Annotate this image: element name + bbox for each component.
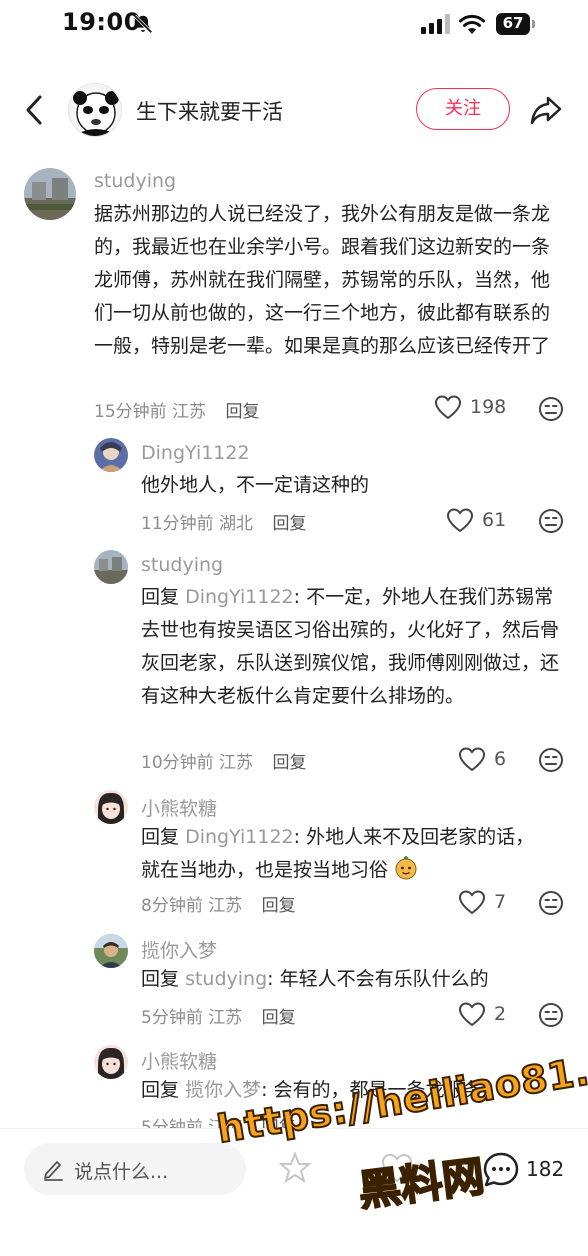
comment-text: 据苏州那边的人说已经没了，我外公有朋友是做一条龙的，我最近也在业余学小号。跟着我… [94,203,551,357]
emoji-icon [395,855,417,880]
heart-icon [434,395,462,420]
dislike-face-icon[interactable] [538,1002,564,1028]
comment-meta: 8分钟前 江苏 回复 [141,891,296,916]
comment-meta: 5分钟前 江苏 回复 [141,1003,296,1028]
like-count: 2 [494,1003,507,1025]
like-button[interactable]: 7 [458,889,506,915]
comment-bubble-icon[interactable] [482,1151,520,1189]
reply-button[interactable]: 回复 [225,402,259,422]
reply-prefix: 回复 [141,826,180,848]
comment-text: 他外地人，不一定请这种的 [141,474,370,496]
status-time: 19:00 [62,8,141,36]
comment-item: studying 据苏州那边的人说已经没了，我外公有朋友是做一条龙的，我最近也在… [0,166,588,436]
heart-icon [458,890,486,915]
dislike-face-icon[interactable] [538,508,564,534]
follow-button[interactable]: 关注 [416,88,510,130]
comment-time: 10分钟前 [141,753,214,773]
reply-button[interactable]: 回复 [262,1008,296,1028]
like-button[interactable]: 198 [434,394,506,420]
reply-target-user[interactable]: DingYi1122 [185,586,294,608]
heart-icon [446,508,474,533]
heart-icon [458,1002,486,1027]
battery-level: 67 [502,14,524,32]
input-placeholder: 说点什么... [74,1161,169,1183]
comment-meta: 10分钟前 江苏 回复 [141,748,306,773]
reply-prefix: 回复 [141,586,180,608]
author-name[interactable]: 生下来就要干活 [136,96,283,126]
commenter-avatar[interactable] [94,1045,128,1079]
commenter-name[interactable]: studying [141,554,223,576]
commenter-avatar[interactable] [94,934,128,968]
commenter-name[interactable]: 小熊软糖 [141,794,217,821]
like-count: 61 [482,509,507,531]
reply-target-user[interactable]: studying [185,968,267,990]
reply-body: : 年轻人不会有乐队什么的 [267,968,489,990]
like-button[interactable]: 2 [458,1001,506,1027]
commenter-avatar[interactable] [94,790,128,824]
commenter-name[interactable]: 揽你入梦 [141,936,217,963]
comment-location: 江苏 [208,1008,243,1028]
battery-icon: 67 [496,13,536,35]
reply-target-user[interactable]: 揽你入梦 [185,1079,261,1101]
reply-button[interactable]: 回复 [272,514,306,534]
comment-location: 江苏 [172,402,207,422]
dislike-face-icon[interactable] [538,890,564,916]
reply-target-user[interactable]: DingYi1122 [185,826,294,848]
comment-time: 5分钟前 [141,1008,203,1028]
bell-off-icon [133,14,153,34]
reply-prefix: 回复 [141,968,180,990]
comment-text: 回复 studying: 年轻人不会有乐队什么的 [141,963,559,996]
commenter-name[interactable]: 小熊软糖 [141,1047,217,1074]
heart-icon [458,747,486,772]
wifi-icon [459,14,485,34]
author-avatar[interactable] [68,83,122,137]
commenter-avatar[interactable] [24,168,76,220]
reply-item: 小熊软糖 回复 DingYi1122: 外地人来不及回老家的话，就在当地办，也是… [0,790,588,920]
comment-time: 5分钟前 [141,1118,203,1128]
like-button[interactable]: 61 [446,507,506,533]
status-bar: 19:00 67 [0,0,588,50]
commenter-avatar[interactable] [94,438,128,472]
comment-meta: 11分钟前 湖北 回复 [141,509,306,534]
comment-location: 江苏 [208,896,243,916]
commenter-name[interactable]: studying [94,170,176,192]
like-count: 198 [470,396,507,418]
reply-prefix: 回复 [141,1079,180,1101]
post-header: 生下来就要干活 关注 [0,72,588,148]
like-count: 7 [494,891,507,913]
comment-time: 8分钟前 [141,896,203,916]
reply-button[interactable]: 回复 [272,753,306,773]
comment-meta: 15分钟前 江苏 回复 [94,397,259,422]
bottom-input-bar: 说点什么... 182 [0,1128,588,1256]
comment-time: 15分钟前 [94,402,167,422]
commenter-name[interactable]: DingYi1122 [141,442,250,464]
reply-item: 揽你入梦 回复 studying: 年轻人不会有乐队什么的 5分钟前 江苏 回复… [0,934,588,1034]
comment-location: 湖北 [219,514,254,534]
comment-input[interactable]: 说点什么... [24,1143,246,1195]
cellular-signal-icon [421,14,450,34]
reply-item: studying 回复 DingYi1122: 不一定，外地人在我们苏锡常去世也… [0,550,588,780]
like-count: 6 [494,748,507,770]
comment-count: 182 [526,1157,565,1181]
like-button[interactable]: 6 [458,746,506,772]
back-chevron-icon[interactable] [20,92,50,128]
pencil-icon [44,1161,63,1181]
comment-time: 11分钟前 [141,514,214,534]
comment-text: 回复 DingYi1122: 不一定，外地人在我们苏锡常去世也有按吴语区习俗出殡… [141,581,559,713]
collect-star-icon[interactable] [278,1151,312,1185]
comment-location: 江苏 [219,753,254,773]
dislike-face-icon[interactable] [538,747,564,773]
reply-item: DingYi1122 他外地人，不一定请这种的 11分钟前 湖北 回复 61 [0,438,588,538]
comment-text: 回复 DingYi1122: 外地人来不及回老家的话，就在当地办，也是按当地习俗 [141,821,551,887]
share-icon[interactable] [528,92,564,128]
dislike-face-icon[interactable] [538,396,564,422]
commenter-avatar[interactable] [94,550,128,584]
reply-button[interactable]: 回复 [262,896,296,916]
